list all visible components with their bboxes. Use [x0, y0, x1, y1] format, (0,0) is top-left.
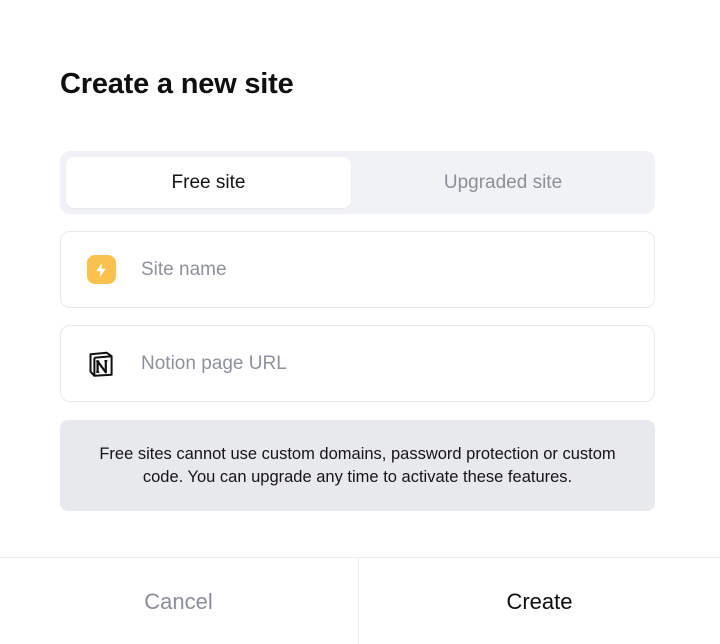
dialog-title: Create a new site — [60, 68, 294, 100]
lightning-bolt-icon — [86, 255, 116, 284]
dialog-footer: Cancel Create — [0, 557, 720, 644]
notion-logo-icon — [86, 349, 116, 379]
cancel-button[interactable]: Cancel — [0, 558, 357, 644]
site-type-toggle: Free site Upgraded site — [60, 151, 655, 214]
upgraded-site-tab[interactable]: Upgraded site — [357, 157, 649, 208]
site-name-icon-slot — [61, 232, 141, 307]
site-name-input[interactable] — [141, 249, 621, 290]
create-button[interactable]: Create — [358, 558, 720, 644]
notion-url-field[interactable] — [60, 325, 655, 402]
notion-url-icon-slot — [61, 326, 141, 401]
free-site-notice: Free sites cannot use custom domains, pa… — [60, 420, 655, 511]
create-site-dialog: Create a new site Free site Upgraded sit… — [0, 0, 720, 644]
free-site-tab[interactable]: Free site — [66, 157, 351, 208]
notion-url-input[interactable] — [141, 343, 621, 384]
notice-text: Free sites cannot use custom domains, pa… — [99, 444, 616, 486]
site-name-field[interactable] — [60, 231, 655, 308]
